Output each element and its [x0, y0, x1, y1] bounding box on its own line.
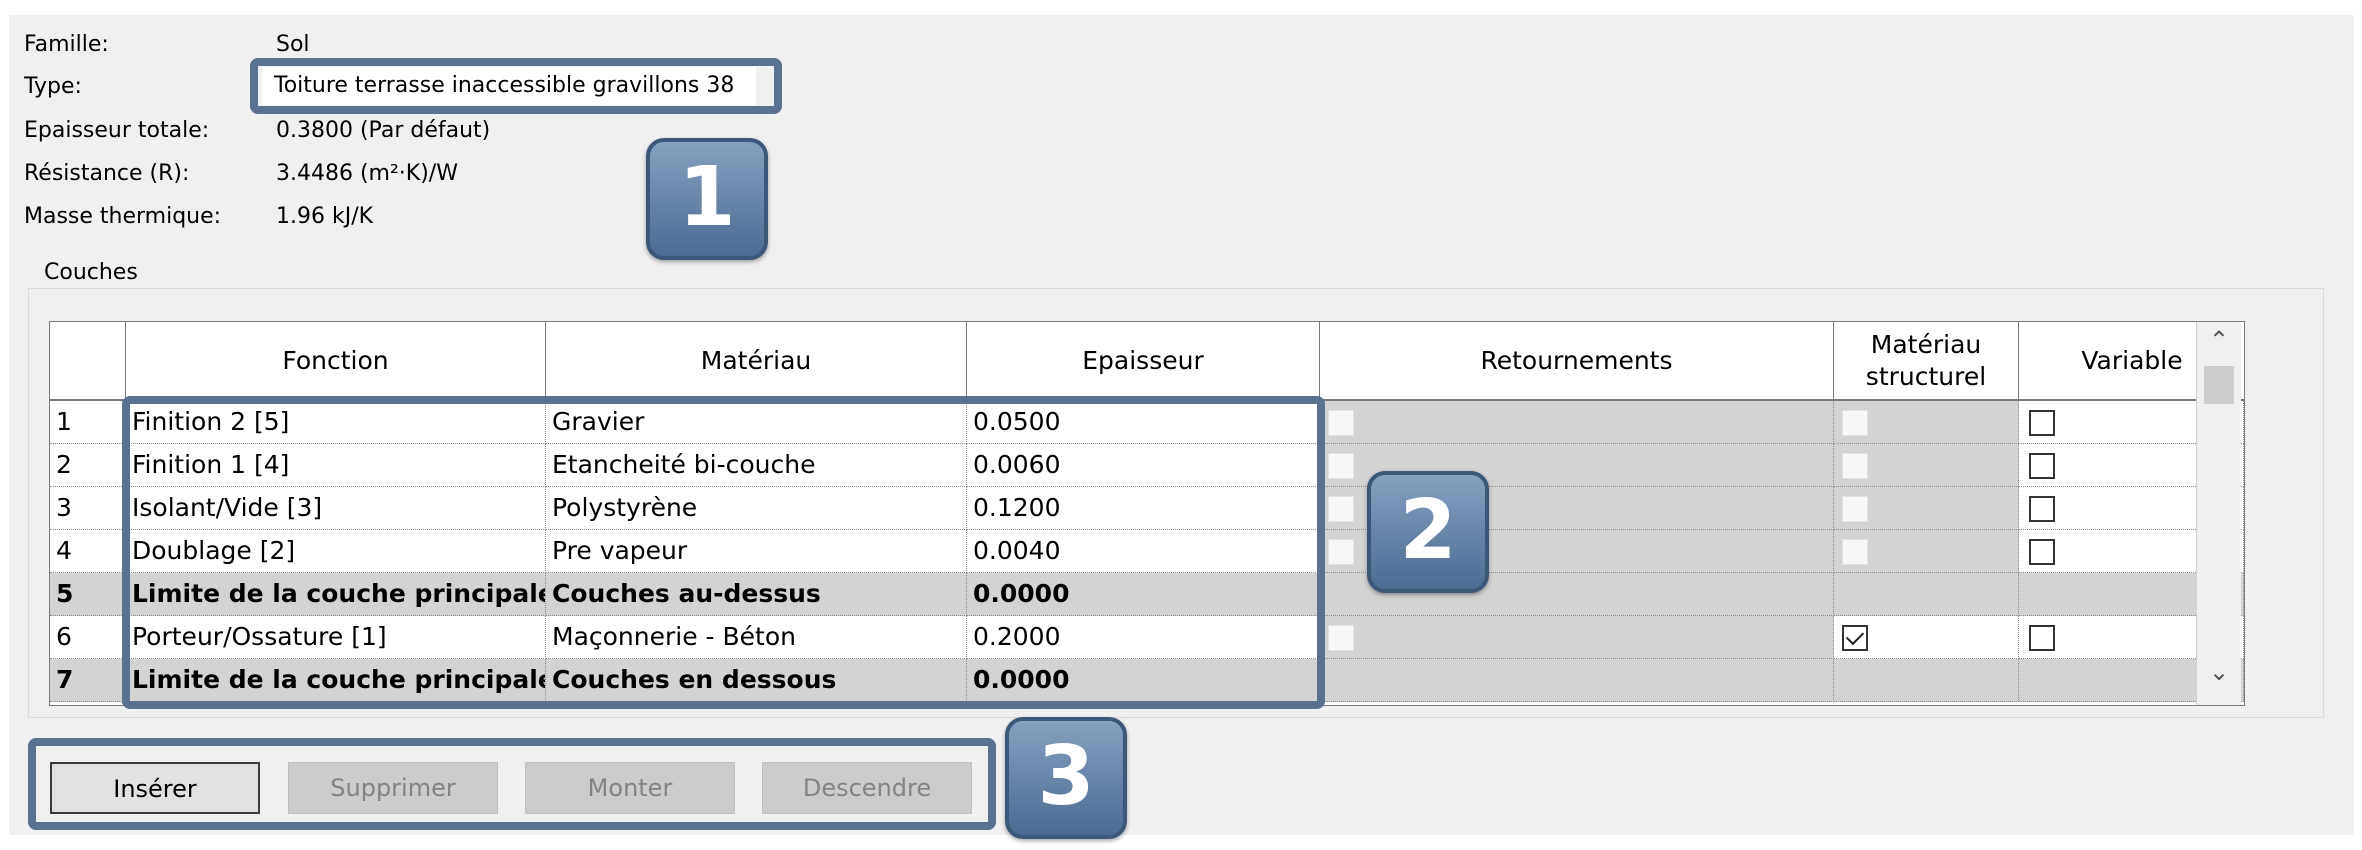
type-label: Type: — [24, 74, 82, 99]
header-fonction[interactable]: Fonction — [126, 322, 546, 401]
scroll-thumb[interactable] — [2204, 366, 2234, 404]
layers-scrollbar[interactable]: ⌃ ⌄ — [2196, 322, 2241, 705]
cell-n: 1 — [50, 401, 126, 444]
retournement-checkbox — [1328, 453, 1354, 479]
structurel-checkbox — [1842, 496, 1868, 522]
header-retournements[interactable]: Retournements — [1320, 322, 1834, 401]
variable-checkbox[interactable] — [2029, 625, 2055, 651]
scroll-down-icon[interactable]: ⌄ — [2197, 658, 2241, 686]
structurel-checkbox — [1842, 410, 1868, 436]
type-highlight-frame — [250, 58, 782, 114]
header-epaisseur[interactable]: Epaisseur — [967, 322, 1320, 401]
callout-badge-2: 2 — [1367, 471, 1489, 593]
couches-group-title: Couches — [38, 258, 144, 288]
cell-materiau-structurel — [1834, 616, 2019, 659]
cell-materiau-structurel — [1834, 530, 2019, 573]
structurel-checkbox — [1842, 453, 1868, 479]
cell-materiau-structurel — [1834, 444, 2019, 487]
cell-n: 6 — [50, 616, 126, 659]
cell-n: 2 — [50, 444, 126, 487]
cell-n: 4 — [50, 530, 126, 573]
header-index — [50, 322, 126, 401]
layers-highlight-frame — [122, 396, 1325, 709]
header-materiau[interactable]: Matériau — [546, 322, 967, 401]
variable-checkbox[interactable] — [2029, 410, 2055, 436]
callout-badge-1: 1 — [646, 138, 768, 260]
cell-n: 3 — [50, 487, 126, 530]
buttons-highlight-frame — [28, 738, 996, 830]
variable-checkbox[interactable] — [2029, 496, 2055, 522]
scroll-up-icon[interactable]: ⌃ — [2197, 326, 2241, 354]
variable-checkbox[interactable] — [2029, 453, 2055, 479]
retournement-checkbox — [1328, 625, 1354, 651]
cell-retournements — [1320, 616, 1834, 659]
resistance-label: Résistance (R): — [24, 161, 190, 186]
masse-thermique-value: 1.96 kJ/K — [276, 204, 374, 229]
header-materiau-structurel[interactable]: Matériau structurel — [1834, 322, 2019, 401]
famille-value: Sol — [276, 32, 310, 57]
cell-materiau-structurel — [1834, 487, 2019, 530]
cell-retournements — [1320, 401, 1834, 444]
famille-label: Famille: — [24, 32, 109, 57]
structurel-checkbox — [1842, 539, 1868, 565]
cell-n: 7 — [50, 659, 126, 702]
retournement-checkbox — [1328, 496, 1354, 522]
masse-thermique-label: Masse thermique: — [24, 204, 222, 229]
epaisseur-totale-label: Epaisseur totale: — [24, 118, 210, 143]
variable-checkbox[interactable] — [2029, 539, 2055, 565]
structurel-checkbox[interactable] — [1842, 625, 1868, 651]
cell-retournements — [1320, 659, 1834, 702]
epaisseur-totale-value: 0.3800 (Par défaut) — [276, 118, 491, 143]
callout-badge-3: 3 — [1005, 717, 1127, 839]
retournement-checkbox — [1328, 539, 1354, 565]
cell-materiau-structurel — [1834, 659, 2019, 702]
cell-n: 5 — [50, 573, 126, 616]
retournement-checkbox — [1328, 410, 1354, 436]
cell-materiau-structurel — [1834, 401, 2019, 444]
cell-materiau-structurel — [1834, 573, 2019, 616]
resistance-value: 3.4486 (m²·K)/W — [276, 161, 458, 186]
